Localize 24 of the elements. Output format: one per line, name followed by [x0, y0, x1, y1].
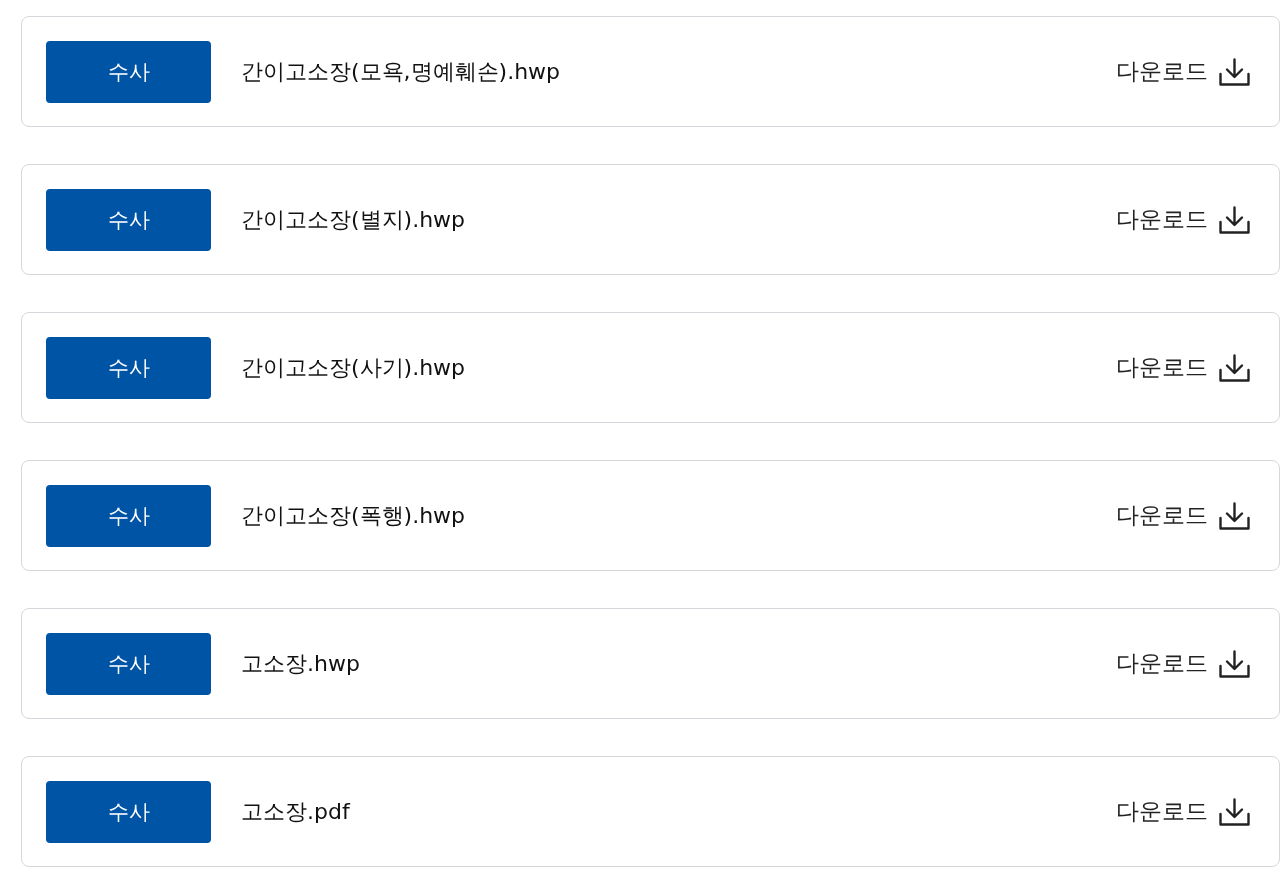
- category-tag: 수사: [46, 188, 211, 251]
- file-name: 간이고소장(별지).hwp: [241, 205, 466, 234]
- download-link[interactable]: 다운로드: [1116, 56, 1250, 87]
- download-icon: [1219, 649, 1250, 678]
- category-tag: 수사: [46, 632, 211, 695]
- download-icon: [1219, 797, 1250, 826]
- download-link[interactable]: 다운로드: [1116, 204, 1250, 235]
- file-name: 간이고소장(폭행).hwp: [241, 501, 466, 530]
- file-name: 간이고소장(사기).hwp: [241, 353, 466, 382]
- file-name: 고소장.pdf: [241, 797, 350, 826]
- download-link[interactable]: 다운로드: [1116, 500, 1250, 531]
- file-name: 고소장.hwp: [241, 649, 360, 678]
- download-link[interactable]: 다운로드: [1116, 648, 1250, 679]
- category-tag: 수사: [46, 336, 211, 399]
- download-icon: [1219, 57, 1250, 86]
- file-name: 간이고소장(모욕,명예훼손).hwp: [241, 57, 561, 86]
- category-tag: 수사: [46, 484, 211, 547]
- download-link[interactable]: 다운로드: [1116, 352, 1250, 383]
- download-icon: [1219, 353, 1250, 382]
- download-icon: [1219, 501, 1250, 530]
- category-tag: 수사: [46, 40, 211, 103]
- download-icon: [1219, 205, 1250, 234]
- download-link[interactable]: 다운로드: [1116, 796, 1250, 827]
- category-tag: 수사: [46, 780, 211, 843]
